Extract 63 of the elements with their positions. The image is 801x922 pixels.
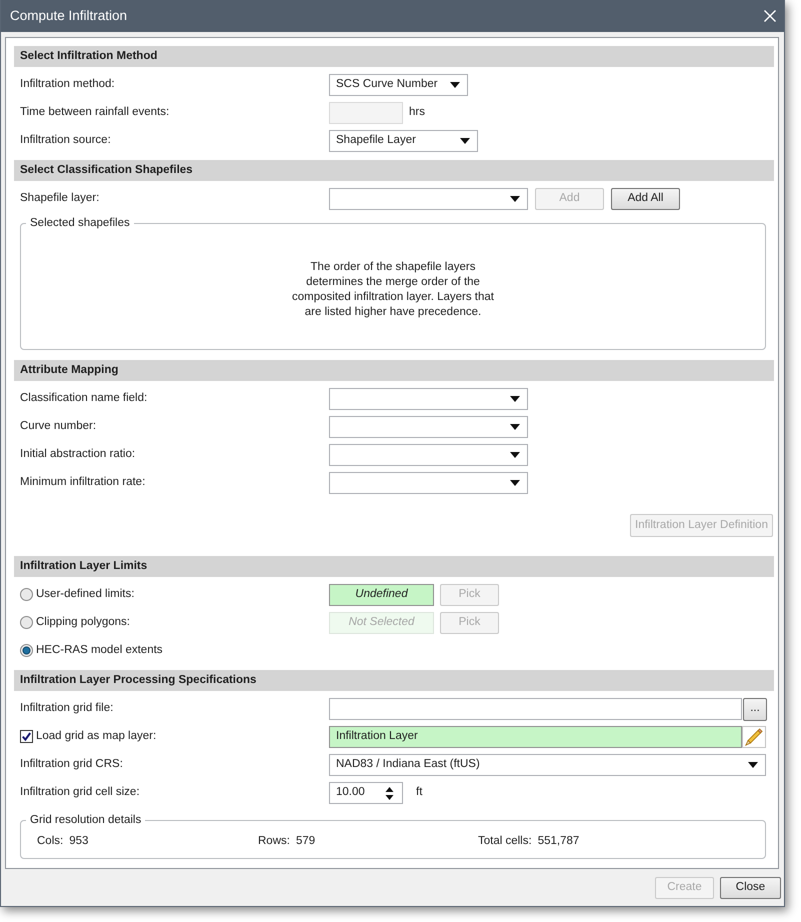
caret-icon xyxy=(450,82,460,88)
caret-icon xyxy=(510,424,520,430)
radio-label[interactable]: HEC-RAS model extents xyxy=(36,644,163,658)
field-label: Initial abstraction ratio: xyxy=(20,448,136,462)
radio-label[interactable]: Clipping polygons: xyxy=(36,616,130,630)
dropdown[interactable] xyxy=(329,188,528,210)
field-label: Infiltration grid CRS: xyxy=(20,758,123,772)
dropdown[interactable] xyxy=(329,416,528,438)
field-label: Time between rainfall events: xyxy=(20,106,170,120)
close-icon[interactable] xyxy=(764,10,776,22)
spinner-arrows-icon[interactable] xyxy=(385,786,394,800)
field-label: Minimum infiltration rate: xyxy=(20,476,146,490)
dropdown[interactable] xyxy=(329,444,528,466)
section-header: Attribute Mapping xyxy=(14,360,774,381)
dropdown[interactable]: Shapefile Layer xyxy=(329,130,478,152)
section-header: Infiltration Layer Limits xyxy=(14,556,774,577)
stat-label: Total cells: xyxy=(478,834,532,848)
browse-button[interactable]: ... xyxy=(743,698,767,720)
dropdown[interactable]: NAD83 / Indiana East (ftUS) xyxy=(329,754,766,776)
edit-button[interactable] xyxy=(742,726,766,748)
stat-value: 551,787 xyxy=(538,834,580,848)
section-header: Infiltration Layer Processing Specifications xyxy=(14,670,774,691)
stat-label: Cols: xyxy=(37,834,64,848)
dropdown[interactable]: SCS Curve Number xyxy=(329,74,468,96)
radio-button[interactable] xyxy=(20,644,33,658)
caret-icon xyxy=(510,396,520,402)
add-all-button[interactable]: Add All xyxy=(611,188,680,210)
close-button[interactable]: Close xyxy=(720,877,781,899)
field-label: Infiltration grid file: xyxy=(20,702,114,716)
field-label: Curve number: xyxy=(20,420,96,434)
dropdown[interactable] xyxy=(329,472,528,494)
stat-value: 953 xyxy=(69,834,88,848)
caret-icon xyxy=(510,480,520,486)
stat-label: Rows: xyxy=(258,834,290,848)
caret-icon xyxy=(510,452,520,458)
unit-label: ft xyxy=(416,786,422,800)
radio-button[interactable] xyxy=(20,588,33,602)
dropdown[interactable] xyxy=(329,388,528,410)
field-label: Shapefile layer: xyxy=(20,192,100,206)
field-label: Infiltration method: xyxy=(20,78,115,92)
pencil-icon xyxy=(745,728,763,746)
checkbox[interactable] xyxy=(20,730,33,744)
stat-value: 579 xyxy=(296,834,316,848)
text-field[interactable]: Infiltration Layer xyxy=(329,726,742,748)
info-message: The order of the shapefile layers determines the merge order of the composited infiltration layer. Layers that are listed higher have precedence. xyxy=(291,260,495,320)
radio-button[interactable] xyxy=(20,616,33,630)
status-field[interactable]: Undefined xyxy=(329,584,434,606)
section-header: Select Classification Shapefiles xyxy=(14,160,774,181)
group-title: Selected shapefiles xyxy=(29,216,131,230)
group-title: Grid resolution details xyxy=(29,813,142,827)
window-title: Compute Infiltration xyxy=(10,8,128,24)
spin-box[interactable]: 10.00 xyxy=(329,782,403,804)
field-label: Infiltration source: xyxy=(20,134,111,148)
field-label: Infiltration grid cell size: xyxy=(20,786,140,800)
unit-label: hrs xyxy=(409,106,425,120)
field-label: Classification name field: xyxy=(20,392,148,406)
input-field[interactable] xyxy=(329,698,742,720)
caret-icon xyxy=(748,762,758,768)
caret-icon xyxy=(510,196,520,202)
section-header: Select Infiltration Method xyxy=(14,46,774,67)
caret-icon xyxy=(460,138,470,144)
radio-label[interactable]: User-defined limits: xyxy=(36,588,134,602)
checkbox-label[interactable]: Load grid as map layer: xyxy=(36,730,156,744)
